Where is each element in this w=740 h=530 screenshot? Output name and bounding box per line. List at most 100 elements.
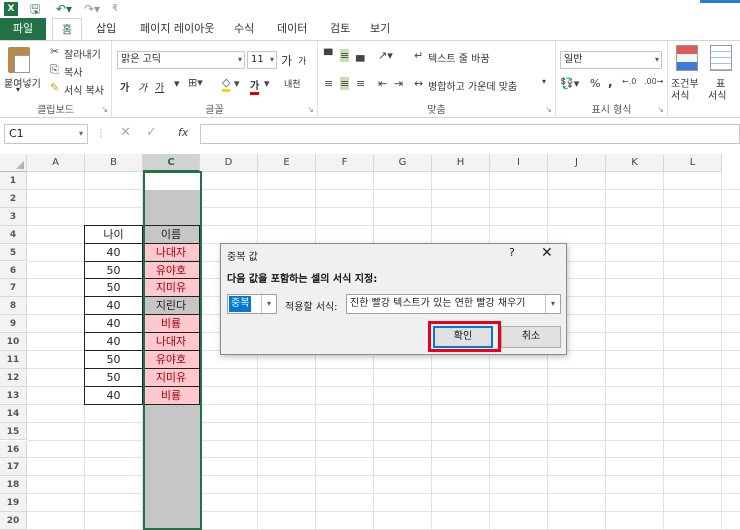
column-header-b[interactable]: B	[85, 154, 143, 172]
comma-button[interactable]: ,	[608, 75, 613, 89]
row-header-5[interactable]: 5	[0, 243, 27, 262]
column-header-d[interactable]: D	[200, 154, 258, 172]
row-header-3[interactable]: 3	[0, 207, 27, 226]
customize-qat-icon[interactable]: ₹	[112, 1, 118, 17]
align-left-icon[interactable]: ≡	[324, 77, 333, 90]
cancel-entry-icon[interactable]: ✕	[120, 125, 131, 140]
borders-icon[interactable]: ⊞▾	[188, 76, 203, 89]
tab-view[interactable]: 보기	[368, 18, 392, 40]
tab-insert[interactable]: 삽입	[94, 18, 118, 40]
save-icon[interactable]: 🖫	[30, 1, 40, 17]
font-name-combo[interactable]: 맑은 고딕 ▾	[117, 51, 245, 69]
underline-dropdown-icon[interactable]: ▾	[174, 77, 180, 90]
select-all-button[interactable]	[0, 154, 27, 172]
copy-button[interactable]: 복사	[64, 64, 82, 79]
align-top-icon[interactable]: ▀	[324, 49, 332, 62]
underline-button[interactable]: 가	[155, 79, 164, 94]
fill-color-icon[interactable]: ◇	[222, 76, 231, 92]
fill-dropdown-icon[interactable]: ▾	[234, 77, 240, 90]
formula-bar-grip-icon[interactable]: ⋮	[96, 128, 106, 139]
font-color-dropdown-icon[interactable]: ▾	[264, 77, 270, 90]
align-center-icon[interactable]: ≡	[340, 77, 350, 90]
row-header-12[interactable]: 12	[0, 368, 27, 387]
row-header-20[interactable]: 20	[0, 512, 27, 530]
row-header-2[interactable]: 2	[0, 189, 27, 208]
tab-home[interactable]: 홈	[52, 18, 82, 40]
orientation-icon[interactable]: ↗▾	[378, 49, 393, 62]
row-header-19[interactable]: 19	[0, 494, 27, 513]
align-bottom-icon[interactable]: ▄	[356, 49, 364, 62]
formula-input[interactable]	[200, 124, 740, 144]
column-header-l[interactable]: L	[664, 154, 722, 172]
format-painter-button[interactable]: 서식 복사	[64, 82, 104, 97]
column-header-a[interactable]: A	[27, 154, 85, 172]
column-header-h[interactable]: H	[432, 154, 490, 172]
row-header-18[interactable]: 18	[0, 476, 27, 495]
decrease-decimal-icon[interactable]: .00→	[644, 77, 663, 86]
paste-dropdown-icon[interactable]: ▾	[16, 85, 20, 94]
row-header-8[interactable]: 8	[0, 297, 27, 316]
conditional-formatting-icon[interactable]	[676, 45, 698, 71]
column-header-e[interactable]: E	[258, 154, 316, 172]
copy-icon[interactable]: ⎘	[50, 63, 59, 77]
row-header-7[interactable]: 7	[0, 279, 27, 298]
align-right-icon[interactable]: ≡	[356, 77, 365, 90]
decrease-indent-icon[interactable]: ⇤	[378, 77, 387, 90]
row-header-14[interactable]: 14	[0, 404, 27, 423]
format-as-table-sub[interactable]: 서식	[708, 87, 726, 102]
font-launcher-icon[interactable]: ↘	[307, 105, 314, 114]
wrap-text-icon[interactable]: ↵	[414, 49, 423, 62]
enter-entry-icon[interactable]: ✓	[146, 125, 157, 140]
tab-data[interactable]: 데이터	[275, 18, 309, 40]
tab-file[interactable]: 파일	[0, 18, 46, 40]
number-format-combo[interactable]: 일반 ▾	[560, 51, 662, 69]
row-header-16[interactable]: 16	[0, 440, 27, 459]
column-header-g[interactable]: G	[374, 154, 432, 172]
help-button[interactable]: ?	[509, 246, 515, 259]
tab-review[interactable]: 검토	[328, 18, 352, 40]
format-painter-icon[interactable]: ✎	[50, 81, 59, 94]
column-header-j[interactable]: J	[548, 154, 606, 172]
redo-icon[interactable]: ↷▾	[84, 1, 100, 17]
row-header-15[interactable]: 15	[0, 422, 27, 441]
phonetic-button[interactable]: 내천	[284, 77, 301, 90]
row-header-1[interactable]: 1	[0, 172, 27, 190]
undo-icon[interactable]: ↶▾	[56, 1, 72, 17]
row-header-11[interactable]: 11	[0, 351, 27, 369]
accounting-format-icon[interactable]: 💱▾	[560, 77, 579, 90]
column-header-c[interactable]: C	[143, 154, 200, 172]
number-launcher-icon[interactable]: ↘	[657, 105, 664, 114]
italic-button[interactable]: 가	[138, 79, 147, 94]
merge-dropdown-icon[interactable]: ▾	[542, 77, 546, 86]
cut-button[interactable]: 잘라내기	[64, 46, 101, 61]
clipboard-launcher-icon[interactable]: ↘	[101, 105, 108, 114]
column-header-f[interactable]: F	[316, 154, 374, 172]
merge-center-icon[interactable]: ↔	[414, 77, 423, 90]
format-as-table-icon[interactable]	[710, 45, 732, 71]
percent-button[interactable]: %	[590, 77, 600, 90]
font-size-combo[interactable]: 11 ▾	[247, 51, 277, 69]
row-header-13[interactable]: 13	[0, 386, 27, 405]
paste-button[interactable]: 붙여넣기	[4, 75, 41, 90]
align-middle-icon[interactable]: ≡	[340, 49, 350, 62]
row-header-6[interactable]: 6	[0, 261, 27, 280]
font-color-button[interactable]: 가	[250, 77, 260, 95]
close-button[interactable]: ✕	[541, 245, 553, 261]
grow-font-button[interactable]: 가	[281, 52, 292, 69]
tab-formulas[interactable]: 수식	[232, 18, 256, 40]
insert-function-icon[interactable]: fx	[178, 126, 188, 139]
conditional-formatting-sub[interactable]: 서식	[671, 87, 689, 102]
cancel-button[interactable]: 취소	[501, 326, 561, 348]
column-header-i[interactable]: I	[490, 154, 548, 172]
column-header-k[interactable]: K	[606, 154, 664, 172]
bold-button[interactable]: 가	[120, 79, 129, 94]
tab-page-layout[interactable]: 페이지 레이아웃	[138, 18, 216, 40]
row-header-9[interactable]: 9	[0, 315, 27, 334]
row-header-10[interactable]: 10	[0, 333, 27, 351]
increase-decimal-icon[interactable]: ←.0	[622, 77, 636, 86]
cut-icon[interactable]: ✂	[50, 45, 59, 58]
increase-indent-icon[interactable]: ⇥	[394, 77, 403, 90]
alignment-launcher-icon[interactable]: ↘	[545, 105, 552, 114]
row-header-4[interactable]: 4	[0, 225, 27, 244]
merge-center-button[interactable]: 병합하고 가운데 맞춤	[428, 78, 517, 93]
